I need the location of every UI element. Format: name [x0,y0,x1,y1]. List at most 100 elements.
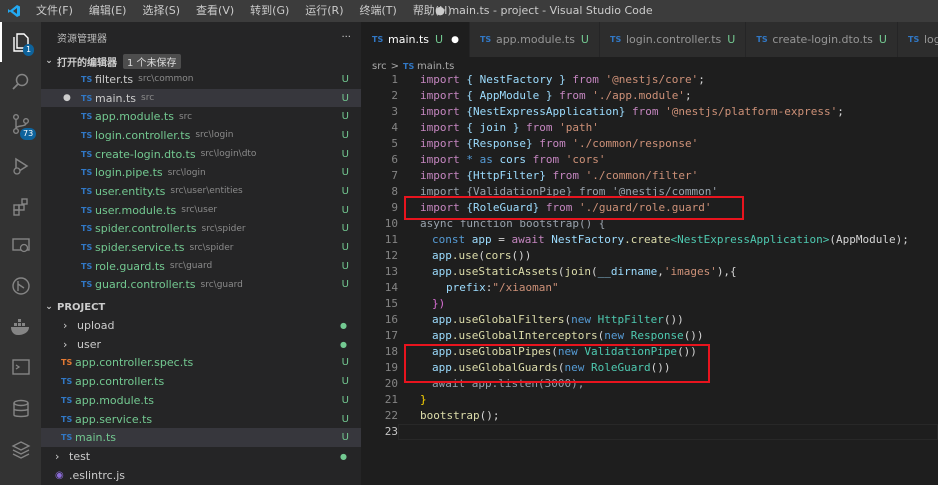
code-line: } [420,393,427,406]
code-line: bootstrap(); [420,409,500,422]
terminal-panel-icon[interactable] [0,347,41,387]
folder-item[interactable]: › upload ● [41,316,361,335]
open-editor-item[interactable]: TS spider.controller.ts src\spider U [41,220,361,239]
typescript-file-icon: TS [81,186,93,196]
source-control-icon[interactable]: 73 [0,104,41,144]
run-debug-icon[interactable] [0,146,41,186]
eslint-file-icon: ◉ [55,469,64,481]
typescript-file-icon: TS [81,205,93,215]
title-bar: 文件(F) 编辑(E) 选择(S) 查看(V) 转到(G) 运行(R) 终端(T… [0,0,938,22]
more-actions-icon[interactable]: ··· [341,32,351,43]
code-line: app.use(cors()) [432,249,532,262]
file-item[interactable]: TS app.module.ts U [41,391,361,410]
chevron-down-icon: ⌄ [45,302,53,313]
open-editor-item[interactable]: TS app.module.ts src U [41,107,361,126]
file-item[interactable]: TS app.controller.ts U [41,372,361,391]
git-graph-icon[interactable] [0,266,41,306]
code-line: import {HttpFilter} from './common/filte… [420,169,699,182]
typescript-file-icon: TS [81,74,93,84]
open-editor-item[interactable]: TS filter.ts src\common U [41,70,361,89]
tab-create-login-dto[interactable]: TS create-login.dto.ts U [746,22,898,57]
unsaved-dot-icon[interactable]: ● [63,93,77,103]
code-line: import {Response} from './common/respons… [420,137,699,150]
window-title: ● main.ts - project - Visual Studio Code [435,4,653,17]
menu-edit[interactable]: 编辑(E) [81,0,135,22]
git-modified-dot: ● [340,451,347,461]
typescript-file-icon: TS [81,280,93,290]
open-editor-item[interactable]: TS spider.service.ts src\spider U [41,238,361,257]
annotation-highlight-box [404,344,710,383]
git-modified-dot: ● [340,339,347,349]
git-untracked-badge: U [341,223,349,235]
menu-file[interactable]: 文件(F) [28,0,81,22]
open-editor-item[interactable]: TS user.entity.ts src\user\entities U [41,182,361,201]
menu-selection[interactable]: 选择(S) [134,0,188,22]
menu-view[interactable]: 查看(V) [188,0,242,22]
explorer-sidebar: 资源管理器 ··· ⌄ 打开的编辑器 1 个未保存 TS filter.ts src… [41,22,361,485]
menu-go[interactable]: 转到(G) [242,0,297,22]
git-untracked-badge: U [341,148,349,160]
code-line: import { AppModule } from './app.module'… [420,89,692,102]
chevron-right-icon: › [63,319,68,333]
git-untracked-badge: U [341,167,349,179]
typescript-file-icon: TS [81,224,93,234]
code-line: }) [432,297,446,310]
breadcrumb-file[interactable]: main.ts [417,61,454,72]
file-item[interactable]: ◉ .eslintrc.js [41,466,361,485]
open-editor-item[interactable]: ● TS main.ts src U [41,88,361,108]
git-untracked-badge: U [341,357,349,369]
menu-help[interactable]: 帮助(H) [405,0,460,22]
open-editor-item[interactable]: TS user.module.ts src\user U [41,201,361,220]
explorer-icon[interactable]: 1 [0,22,41,62]
file-item[interactable]: TS app.controller.spec.ts U [41,354,361,373]
typescript-file-icon: TS [479,35,492,44]
activity-bar: 1 73 [0,22,41,485]
breadcrumb-folder[interactable]: src [372,61,387,72]
layers-icon[interactable] [0,430,41,470]
code-editor[interactable]: 1 import { NestFactory } from '@nestjs/co… [362,72,938,485]
tab-app-module[interactable]: TS app.module.ts U [469,22,600,57]
open-editor-item[interactable]: TS role.guard.ts src\guard U [41,257,361,276]
file-item[interactable]: TS app.service.ts U [41,410,361,429]
tab-login-truncated[interactable]: TSlogi [897,22,938,57]
typescript-file-icon: TS [81,149,93,159]
database-icon[interactable] [0,389,41,429]
chevron-down-icon: ⌄ [45,56,53,66]
menu-terminal[interactable]: 终端(T) [352,0,405,22]
explorer-badge: 1 [23,44,35,56]
code-line: import { join } from 'path' [420,121,599,134]
git-modified-dot: ● [340,321,347,331]
extensions-icon[interactable] [0,187,41,227]
project-label: PROJECT [57,301,106,313]
git-untracked-badge: U [341,394,349,406]
vscode-logo-icon [0,0,28,22]
menu-bar: 文件(F) 编辑(E) 选择(S) 查看(V) 转到(G) 运行(R) 终端(T… [28,0,460,22]
file-item[interactable]: TS main.ts U [41,428,361,448]
open-editor-item[interactable]: TS guard.controller.ts src\guard U [41,276,361,295]
unsaved-dot-icon[interactable]: ● [451,35,459,45]
search-icon[interactable] [0,62,41,102]
folder-item[interactable]: › test ● [41,447,361,466]
chevron-right-icon: › [63,337,68,351]
tab-login-controller[interactable]: TS login.controller.ts U [599,22,747,57]
typescript-file-icon: TS [907,35,920,44]
docker-icon[interactable] [0,307,41,347]
folder-item[interactable]: › user ● [41,335,361,354]
typescript-file-icon: TS [81,243,93,253]
typescript-file-icon: TS [61,433,73,443]
tab-main-ts[interactable]: TS main.ts U ● [362,22,470,57]
open-editors-section[interactable]: ⌄ 打开的编辑器 1 个未保存 [41,52,361,70]
open-editor-item[interactable]: TS login.controller.ts src\login U [41,126,361,145]
project-section[interactable]: ⌄ PROJECT [41,298,361,316]
remote-explorer-icon[interactable] [0,225,41,265]
menu-run[interactable]: 运行(R) [297,0,351,22]
code-line: app.useGlobalInterceptors(new Response()… [432,329,704,342]
code-line: const app = await NestFactory.create<Nes… [432,233,909,246]
typescript-file-icon: TS [756,35,768,44]
git-untracked-badge: U [341,129,349,141]
git-untracked-badge: U [341,279,349,291]
code-line: import * as cors from 'cors' [420,153,606,166]
open-editor-item[interactable]: TS create-login.dto.ts src\login\dto U [41,145,361,164]
open-editor-item[interactable]: TS login.pipe.ts src\login U [41,163,361,182]
explorer-header: 资源管理器 ··· [41,22,361,52]
